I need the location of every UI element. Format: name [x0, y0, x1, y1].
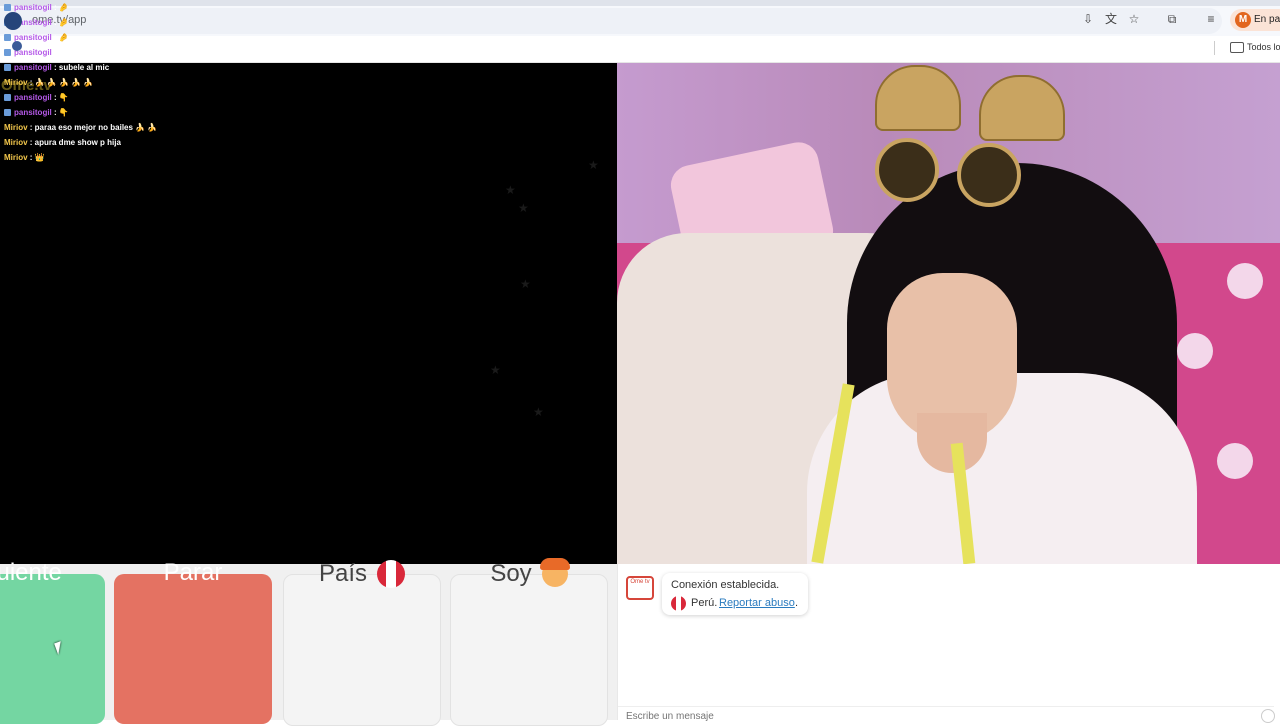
flower-pattern [1177, 333, 1213, 369]
profile-avatar[interactable]: M [1235, 12, 1251, 28]
chat-separator: : [51, 93, 59, 102]
chat-message: 🍌 🍌 🍌 🍌 🍌 [34, 78, 94, 87]
streamer-badge [12, 41, 22, 51]
streamer-logo [4, 12, 22, 30]
chat-message: 👇 [58, 108, 69, 117]
stream-chat-overlay: pansitogil : 🤌 pansitogil : 🤌 pansitogil :… [0, 0, 300, 170]
chat-overlay-line: pansitogil : 👇 [4, 107, 69, 118]
chat-overlay-line: Miriov : 🍌 🍌 🍌 🍌 🍌 [4, 77, 93, 88]
chat-separator: : [27, 78, 35, 87]
chat-message: 👑 [34, 153, 45, 162]
chat-username: Miriov [4, 78, 28, 87]
sunglasses-lens [957, 143, 1021, 207]
emoji-icon[interactable] [1261, 709, 1275, 723]
gender-label: Soy [490, 560, 532, 587]
chat-separator: : [27, 123, 35, 132]
chat-username: pansitogil [14, 63, 52, 72]
report-suffix: . [795, 597, 799, 609]
chat-username: Miriov [4, 138, 28, 147]
ome-tv-icon: Ome tv [626, 576, 654, 600]
connection-status: Conexión establecida. [671, 579, 780, 591]
remote-video [617, 63, 1280, 564]
chat-separator: : [27, 138, 35, 147]
platform-icon [4, 64, 11, 72]
chat-message: paraa eso mejor no bailes 🍌 🍌 [34, 123, 158, 132]
chat-separator: : [51, 108, 59, 117]
message-input[interactable] [618, 706, 1274, 725]
gender-button[interactable]: Soy [450, 558, 608, 726]
star-decoration: ★ [518, 201, 529, 215]
chat-username: pansitogil [14, 108, 52, 117]
seashell-ornament [979, 75, 1065, 141]
chat-separator: : [51, 63, 59, 72]
next-button[interactable]: guiente [0, 559, 105, 724]
chat-message: 🤌 [58, 3, 69, 12]
chat-separator: : [51, 48, 59, 57]
chat-overlay-line: Miriov : paraa eso mejor no bailes 🍌 🍌 [4, 122, 157, 133]
star-decoration: ★ [490, 363, 501, 377]
country-label: País [318, 560, 368, 587]
chat-overlay-line: pansitogil : 👇 [4, 92, 69, 103]
next-label: guiente [0, 559, 62, 586]
platform-icon [4, 34, 11, 42]
chat-message: 🤌 [58, 33, 69, 42]
chat-message: 👇 [58, 93, 69, 102]
boy-face-icon [539, 558, 570, 587]
chat-username: pansitogil [14, 93, 52, 102]
bookmark-star-icon[interactable]: ☆ [1126, 11, 1142, 27]
sunglasses-lens [875, 138, 939, 202]
extensions-icon[interactable]: ⧉ [1164, 11, 1180, 27]
country-button[interactable]: País [283, 560, 441, 726]
chat-message: XDD [58, 48, 76, 57]
all-bookmarks-label[interactable]: Todos lo [1247, 42, 1280, 52]
media-control-icon[interactable]: ≡ [1203, 11, 1219, 27]
peru-flag-icon [377, 560, 406, 588]
seashell-ornament [875, 65, 961, 131]
chat-message: apura dme show p hija [34, 138, 121, 147]
translate-icon[interactable]: 文 [1103, 11, 1119, 27]
chat-separator: : [51, 3, 59, 12]
chat-username: pansitogil [14, 3, 52, 12]
bookmarks-divider [1214, 41, 1215, 55]
partner-country: Perú. [691, 597, 718, 609]
chat-username: Miriov [4, 123, 28, 132]
chat-separator: : [51, 33, 59, 42]
flower-pattern [1227, 263, 1263, 299]
chat-username: pansitogil [14, 33, 52, 42]
star-decoration: ★ [533, 405, 544, 419]
report-abuse-link[interactable]: Reportar abuso [719, 597, 795, 609]
star-decoration: ★ [505, 183, 516, 197]
platform-icon [4, 4, 11, 12]
flower-pattern [1217, 443, 1253, 479]
star-decoration: ★ [520, 277, 531, 291]
chat-message: subele al mic [58, 63, 110, 72]
platform-icon [4, 49, 11, 57]
chat-message: 🤌 [58, 18, 69, 27]
folder-icon[interactable] [1230, 42, 1244, 53]
star-decoration: ★ [588, 158, 599, 172]
platform-icon [4, 94, 11, 102]
stop-label: Parar [163, 559, 223, 586]
chat-overlay-line: pansitogil : subele al mic [4, 62, 109, 73]
chat-overlay-line: Miriov : 👑 [4, 152, 45, 163]
peru-flag-icon [671, 596, 686, 611]
install-app-icon[interactable]: ⇩ [1080, 11, 1096, 27]
chat-username: Miriov [4, 153, 28, 162]
chat-overlay-line: Miriov : apura dme show p hija [4, 137, 121, 148]
platform-icon [4, 109, 11, 117]
chat-separator: : [51, 18, 59, 27]
stop-button[interactable]: Parar [114, 559, 272, 724]
chat-separator: : [27, 153, 35, 162]
profile-label: En pau [1254, 14, 1280, 25]
